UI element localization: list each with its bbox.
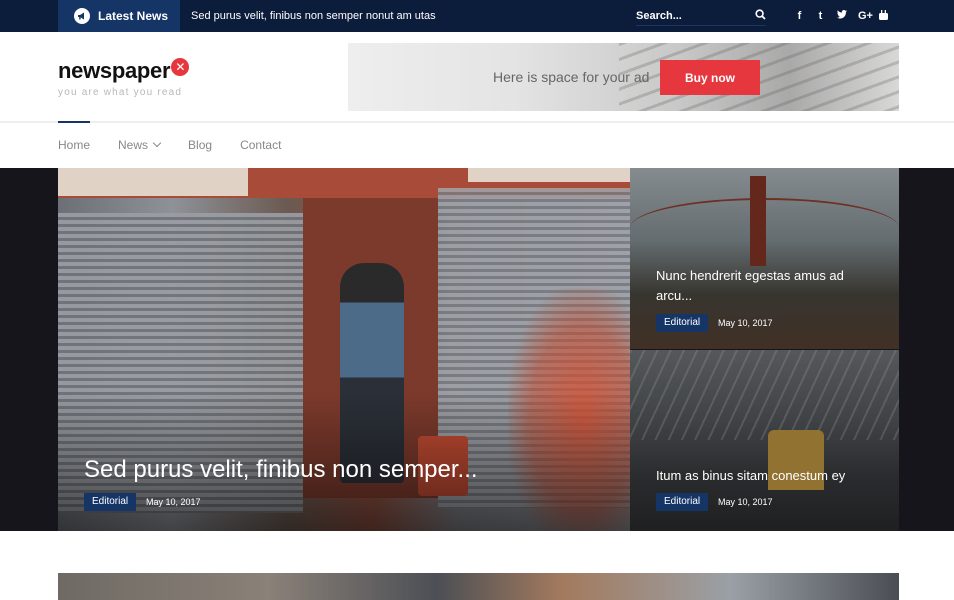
side-post-title[interactable]: Nunc hendrerit egestas amus ad arcu... — [656, 266, 876, 306]
news-ticker[interactable]: Sed purus velit, finibus non semper nonu… — [191, 0, 436, 32]
category-badge[interactable]: Editorial — [656, 493, 709, 511]
nav-item-news[interactable]: News — [118, 121, 162, 168]
post-date: May 10, 2017 — [146, 497, 201, 507]
nav-item-contact[interactable]: Contact — [240, 121, 281, 168]
category-badge[interactable]: Editorial — [84, 493, 137, 511]
site-tagline: you are what you read — [58, 87, 183, 98]
top-bar: Latest News Sed purus velit, finibus non… — [0, 0, 954, 32]
hero-image-sign-panel — [58, 168, 248, 196]
side-post-title[interactable]: Itum as binus sitam conestum ey — [656, 466, 876, 486]
hero-main-post[interactable]: Sed purus velit, finibus non semper... E… — [58, 168, 630, 531]
nav-item-home[interactable]: Home — [58, 121, 91, 168]
chevron-down-icon — [152, 138, 162, 148]
main-nav: Home News Blog Contact — [58, 121, 309, 168]
search-icon[interactable] — [755, 7, 766, 25]
nav-item-blog[interactable]: Blog — [188, 121, 212, 168]
site-logo[interactable]: newspaper ✕ — [58, 58, 190, 84]
latest-news-label: Latest News — [98, 9, 169, 23]
logo-mark-icon: ✕ — [171, 58, 190, 76]
nav-item-label: Contact — [240, 137, 282, 152]
post-date: May 10, 2017 — [718, 318, 773, 328]
search-input[interactable] — [636, 9, 736, 22]
nav-item-label: Home — [58, 137, 91, 152]
latest-news-tab[interactable]: Latest News — [58, 0, 180, 32]
youtube-icon[interactable] — [879, 9, 888, 23]
side-post-card[interactable]: Nunc hendrerit egestas amus ad arcu... E… — [630, 168, 899, 349]
social-links: f t G+ — [795, 0, 888, 32]
ad-banner[interactable]: Here is space for your ad Buy now — [348, 43, 899, 111]
buy-now-button[interactable]: Buy now — [660, 60, 760, 95]
google-plus-icon[interactable]: G+ — [858, 10, 873, 22]
megaphone-icon — [74, 8, 90, 24]
lower-post-images[interactable] — [58, 573, 899, 600]
category-badge[interactable]: Editorial — [656, 314, 709, 332]
facebook-icon[interactable]: f — [795, 10, 804, 22]
nav-item-label: Blog — [188, 137, 213, 152]
post-date: May 10, 2017 — [718, 497, 773, 507]
hero-main-title[interactable]: Sed purus velit, finibus non semper... — [84, 456, 478, 484]
tumblr-icon[interactable]: t — [816, 10, 825, 22]
ad-text: Here is space for your ad — [493, 69, 650, 85]
side-post-card[interactable]: Itum as binus sitam conestum ey Editoria… — [630, 350, 899, 531]
search-box — [636, 6, 766, 26]
twitter-icon[interactable] — [837, 10, 847, 22]
nav-item-label: News — [118, 137, 149, 152]
hero-image-sign-panel — [468, 168, 630, 182]
logo-text: newspaper — [58, 58, 171, 83]
